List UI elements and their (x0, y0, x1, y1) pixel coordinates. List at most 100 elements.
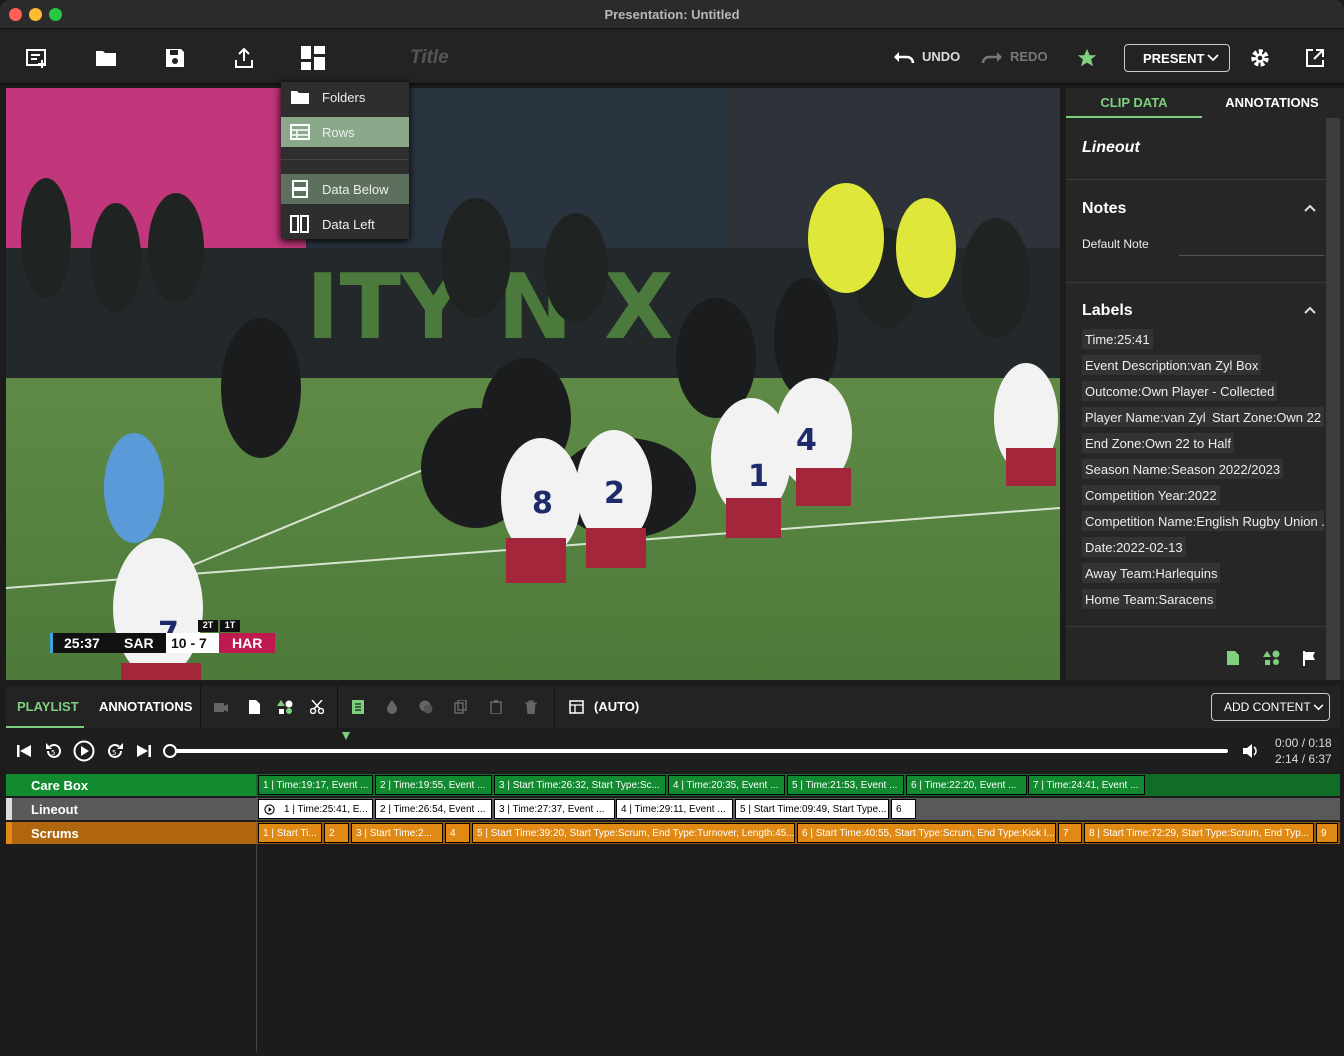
tab-playlist[interactable]: PLAYLIST (17, 699, 79, 714)
menu-divider (281, 159, 409, 160)
clip-item[interactable]: 4 (445, 823, 470, 843)
clip-name[interactable]: Lineout (1082, 139, 1140, 157)
playlist-scrums[interactable]: Scrums (6, 822, 256, 844)
chevron-up-icon[interactable] (1304, 203, 1316, 213)
scoreboard: 2T 1T 25:37 SAR 10 - 7 HAR (50, 620, 276, 653)
title-input[interactable]: Title (410, 47, 449, 69)
label-chip[interactable]: Start Zone:Own 22 (1209, 407, 1325, 427)
trash-icon[interactable] (524, 700, 538, 714)
clip-item[interactable]: 1 | Start Ti... (258, 823, 322, 843)
chevron-up-icon[interactable] (1304, 305, 1316, 315)
undo-button[interactable]: UNDO (922, 49, 960, 64)
clip-item[interactable]: 8 | Start Time:72:29, Start Type:Scrum, … (1084, 823, 1314, 843)
redo-icon[interactable] (981, 51, 1003, 65)
clip-item[interactable]: 6 | Time:22:20, Event ... (906, 775, 1027, 795)
clip-item[interactable]: 4 | Time:20:35, Event ... (668, 775, 785, 795)
svg-text:5: 5 (112, 749, 116, 757)
paste-icon[interactable] (489, 700, 503, 714)
play-icon[interactable] (73, 740, 95, 762)
save-icon[interactable] (163, 46, 187, 70)
tab-annotations-bottom[interactable]: ANNOTATIONS (99, 699, 192, 714)
menu-item-rows[interactable]: Rows (281, 117, 409, 147)
clip-item[interactable]: 4 | Time:29:11, Event ... (616, 799, 733, 819)
main-toolbar: Title UNDO REDO PRESENT (0, 29, 1344, 85)
clip-item[interactable]: 3 | Start Time:2... (351, 823, 443, 843)
skip-back-icon[interactable] (16, 743, 32, 759)
copy-icon[interactable] (454, 700, 468, 714)
panel-scrollbar[interactable] (1326, 118, 1340, 680)
clip-item[interactable]: 9 (1316, 823, 1338, 843)
video-player[interactable]: ITY N X 8 2 1 4 7 2T 1T 25:37 SAR 10 - 7… (6, 88, 1060, 680)
svg-text:4: 4 (796, 423, 817, 458)
table-icon (290, 124, 310, 140)
tab-annotations[interactable]: ANNOTATIONS (1202, 88, 1342, 118)
star-icon[interactable] (1076, 47, 1098, 69)
playlist-marker (342, 732, 350, 740)
document-icon[interactable] (247, 700, 261, 714)
label-chip[interactable]: Away Team:Harlequins (1082, 563, 1221, 583)
clip-item[interactable]: 5 | Start Time:09:49, Start Type... (735, 799, 889, 819)
label-chip[interactable]: Date:2022-02-13 (1082, 537, 1186, 557)
folder-icon[interactable] (94, 46, 118, 70)
gear-icon[interactable] (1249, 47, 1271, 69)
shapes-icon[interactable] (277, 700, 293, 714)
clip-item[interactable]: 3 | Start Time:26:32, Start Type:Sc... (494, 775, 666, 795)
undo-icon[interactable] (893, 51, 915, 65)
label-chip[interactable]: Season Name:Season 2022/2023 (1082, 459, 1284, 479)
paint-icon[interactable] (385, 700, 399, 714)
camera-icon[interactable] (214, 700, 228, 714)
rewind-icon[interactable]: 5 (44, 741, 64, 761)
external-window-icon[interactable] (1305, 48, 1325, 68)
menu-item-data-left[interactable]: Data Left (281, 209, 409, 239)
shapes-icon[interactable] (1263, 650, 1281, 666)
clip-item[interactable]: 7 | Time:24:41, Event ... (1028, 775, 1145, 795)
menu-item-folders[interactable]: Folders (281, 82, 409, 112)
playlist-care-box[interactable]: Care Box (6, 774, 256, 796)
present-button[interactable]: PRESENT (1124, 44, 1230, 72)
new-presentation-icon[interactable] (25, 46, 49, 70)
scoreboard-home: SAR (111, 633, 166, 653)
layout-icon[interactable] (300, 45, 326, 71)
label-chip[interactable]: Player Name:van Zyl (1082, 407, 1209, 427)
document-icon[interactable] (1226, 650, 1240, 666)
right-panel-tabs: CLIP DATA ANNOTATIONS (1066, 88, 1344, 118)
table-layout-icon[interactable] (569, 700, 584, 714)
label-chip[interactable]: Event Description:van Zyl Box (1082, 355, 1262, 375)
clip-item[interactable]: 6 | Start Time:40:55, Start Type:Scrum, … (797, 823, 1056, 843)
forward-icon[interactable]: 5 (105, 741, 125, 761)
volume-icon[interactable] (1242, 743, 1258, 759)
scrub-track[interactable] (163, 744, 1228, 758)
playlist-lineout[interactable]: Lineout (6, 798, 256, 820)
layout-auto-label[interactable]: (AUTO) (594, 699, 639, 714)
clip-data-panel: CLIP DATA ANNOTATIONS Lineout Notes Defa… (1066, 88, 1344, 680)
clip-item[interactable]: 2 | Time:19:55, Event ... (375, 775, 492, 795)
flag-icon[interactable] (1302, 650, 1316, 666)
clip-item[interactable]: 2 | Time:26:54, Event ... (375, 799, 492, 819)
clip-item[interactable]: 7 (1058, 823, 1082, 843)
label-chip[interactable]: Competition Name:English Rugby Union ... (1082, 511, 1324, 531)
label-chip[interactable]: Competition Year:2022 (1082, 485, 1220, 505)
menu-item-data-below[interactable]: Data Below (281, 174, 409, 204)
clip-item[interactable]: 1 | Time:25:41, E... (258, 799, 373, 819)
label-chip[interactable]: Outcome:Own Player - Collected (1082, 381, 1278, 401)
clip-item[interactable]: 2 (324, 823, 349, 843)
label-chip[interactable]: End Zone:Own 22 to Half (1082, 433, 1234, 453)
label-chip[interactable]: Home Team:Saracens (1082, 589, 1217, 609)
label-chip[interactable]: Time:25:41 (1082, 329, 1153, 349)
notes-icon[interactable] (351, 700, 365, 714)
skip-forward-icon[interactable] (136, 743, 152, 759)
share-icon[interactable] (232, 46, 256, 70)
clip-item[interactable]: 5 | Time:21:53, Event ... (787, 775, 904, 795)
add-content-button[interactable]: ADD CONTENT (1211, 693, 1330, 721)
note-text[interactable]: Default Note (1082, 237, 1149, 251)
clip-item[interactable]: 1 | Time:19:17, Event ... (258, 775, 373, 795)
scissors-icon[interactable] (310, 700, 324, 714)
tab-clip-data[interactable]: CLIP DATA (1066, 88, 1202, 118)
clip-item[interactable]: 6 (891, 799, 916, 819)
clip-item[interactable]: 5 | Start Time:39:20, Start Type:Scrum, … (472, 823, 795, 843)
comment-icon[interactable] (419, 700, 433, 714)
clip-item[interactable]: 3 | Time:27:37, Event ... (494, 799, 615, 819)
redo-button[interactable]: REDO (1010, 49, 1048, 64)
total-time: 2:14 / 6:37 (1275, 752, 1332, 766)
scrub-handle[interactable] (163, 744, 177, 758)
